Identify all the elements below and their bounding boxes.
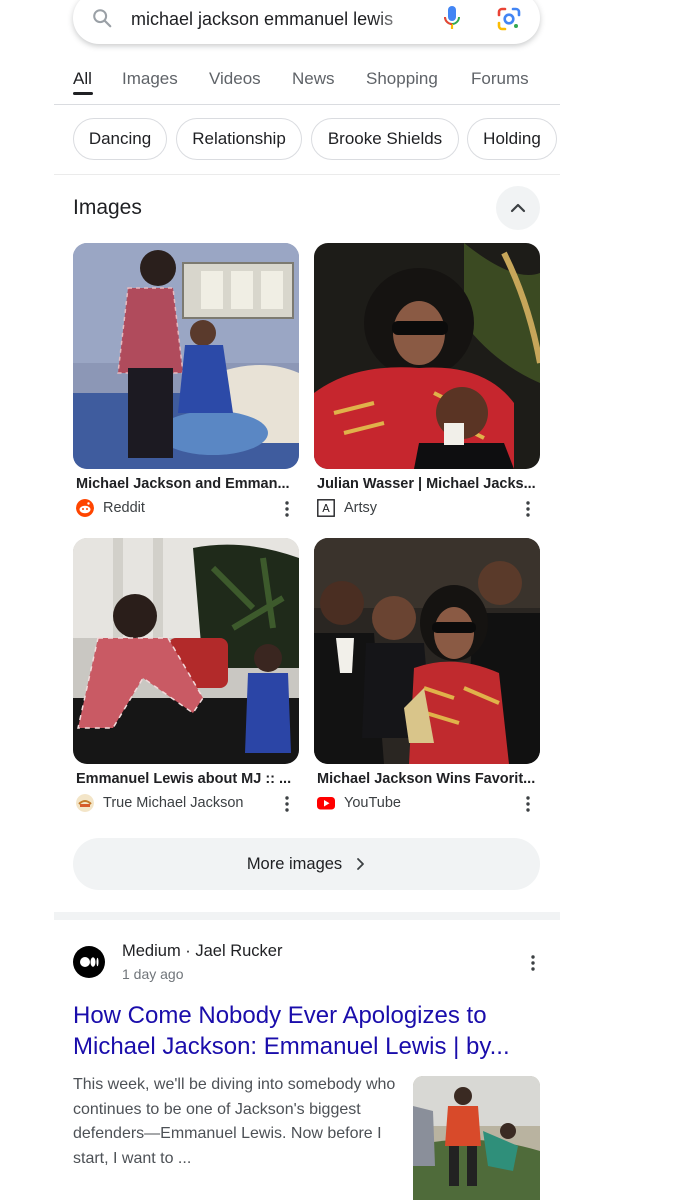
image-source-name: Artsy [344, 500, 378, 516]
image-thumbnail[interactable] [73, 538, 299, 764]
photo-result-outdoor [413, 1076, 540, 1200]
chips-divider [54, 174, 560, 175]
chip-holding[interactable]: Holding [467, 118, 557, 160]
photo-jackson-lewis-award [314, 538, 540, 764]
artsy-logo-icon: A [317, 499, 335, 517]
result-timestamp: 1 day ago [122, 966, 184, 982]
microphone-icon[interactable] [440, 4, 464, 32]
svg-text:A: A [322, 502, 330, 515]
chip-relationship[interactable]: Relationship [176, 118, 302, 160]
photo-jackson-lewis-bedroom [73, 243, 299, 469]
section-separator [54, 912, 560, 920]
search-text-fade [373, 2, 423, 34]
image-source[interactable]: YouTube [317, 794, 401, 812]
more-options-icon[interactable] [284, 795, 290, 813]
medium-logo-icon [73, 946, 105, 978]
photo-jackson-lewis-red-jacket [314, 243, 540, 469]
reddit-logo-icon [76, 499, 94, 517]
tab-shopping[interactable]: Shopping [366, 69, 438, 89]
result-snippet: This week, we'll be diving into somebody… [73, 1076, 396, 1167]
google-lens-icon[interactable] [496, 6, 522, 32]
tab-forums[interactable]: Forums [471, 69, 529, 89]
image-source-name: YouTube [344, 795, 401, 811]
more-options-icon[interactable] [284, 500, 290, 518]
active-tab-indicator [73, 92, 93, 95]
search-icon [93, 9, 112, 28]
chip-dancing[interactable]: Dancing [73, 118, 167, 160]
image-source[interactable]: True Michael Jackson [76, 794, 244, 812]
image-source[interactable]: Reddit [76, 499, 145, 517]
tab-news[interactable]: News [292, 69, 335, 89]
image-source-name: True Michael Jackson [103, 795, 244, 811]
photo-jackson-lewis-living-room [73, 538, 299, 764]
more-images-button[interactable]: More images [73, 838, 540, 890]
chip-brooke-shields[interactable]: Brooke Shields [311, 118, 459, 160]
image-title[interactable]: Julian Wasser | Michael Jacks... [317, 476, 539, 492]
result-site-name[interactable]: Medium · Jael Rucker [122, 942, 282, 961]
tab-videos[interactable]: Videos [209, 69, 261, 89]
image-thumbnail[interactable] [314, 538, 540, 764]
chevron-up-icon [510, 203, 526, 213]
images-section-title: Images [73, 196, 142, 219]
tab-all[interactable]: All [73, 69, 92, 89]
result-thumbnail[interactable] [413, 1076, 540, 1200]
image-thumbnail[interactable] [73, 243, 299, 469]
tabs-divider [54, 104, 560, 105]
result-title-link[interactable]: How Come Nobody Ever Apologizes to Micha… [73, 1000, 543, 1062]
search-bar[interactable]: michael jackson emmanuel lewis [73, 0, 540, 44]
image-source-name: Reddit [103, 500, 145, 516]
image-title[interactable]: Emmanuel Lewis about MJ :: ... [76, 771, 298, 787]
tab-images[interactable]: Images [122, 69, 178, 89]
image-title[interactable]: Michael Jackson and Emman... [76, 476, 298, 492]
chevron-right-icon [357, 858, 365, 870]
more-options-icon[interactable] [530, 954, 536, 972]
more-options-icon[interactable] [525, 795, 531, 813]
true-michael-jackson-logo-icon [76, 794, 94, 812]
more-images-label: More images [246, 854, 343, 873]
image-title[interactable]: Michael Jackson Wins Favorit... [317, 771, 539, 787]
image-thumbnail[interactable] [314, 243, 540, 469]
more-options-icon[interactable] [525, 500, 531, 518]
youtube-logo-icon [317, 797, 335, 810]
collapse-button[interactable] [496, 186, 540, 230]
image-source[interactable]: A Artsy [317, 499, 377, 517]
